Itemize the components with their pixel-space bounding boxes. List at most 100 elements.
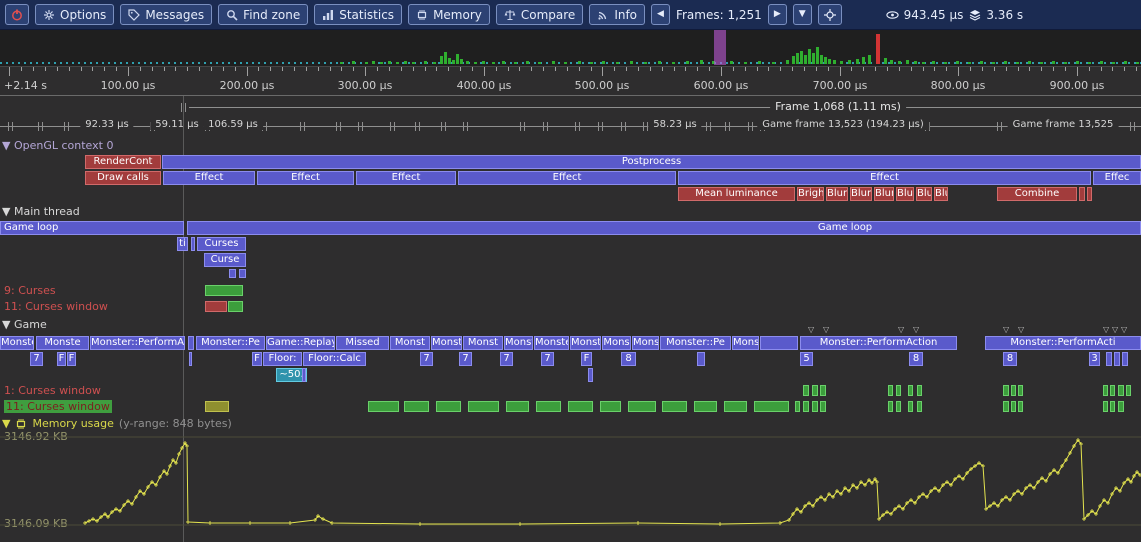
frame-time-bar[interactable] xyxy=(800,51,803,64)
frame-time-bar[interactable] xyxy=(1016,62,1019,64)
plot-bar[interactable] xyxy=(896,401,901,412)
memory-usage-chart[interactable] xyxy=(0,430,1141,542)
zone-bar[interactable] xyxy=(189,352,192,366)
zone-bar[interactable]: Curses xyxy=(197,237,246,251)
plot-bar[interactable] xyxy=(896,385,901,396)
plot-bar[interactable] xyxy=(205,285,243,296)
message-marker[interactable]: ▽ xyxy=(913,326,919,334)
frame-time-bar[interactable] xyxy=(1028,61,1031,64)
message-marker[interactable]: ▽ xyxy=(1121,326,1127,334)
plot-bar[interactable] xyxy=(694,401,717,412)
zone-bar[interactable]: Monster::PerformAction xyxy=(800,336,957,350)
frame-time-bar[interactable] xyxy=(862,57,865,64)
frame-time-bar[interactable] xyxy=(786,60,789,64)
zone-bar[interactable]: Blur xyxy=(916,187,932,201)
zone-bar[interactable] xyxy=(229,269,236,278)
frame-time-bar[interactable] xyxy=(700,60,703,64)
plot-bar[interactable] xyxy=(1118,385,1124,396)
frame-time-bar[interactable] xyxy=(1076,61,1079,64)
zone-bar[interactable] xyxy=(1114,352,1120,366)
subframe-band[interactable]: 92.33 μs59.11 μs106.59 μs58.23 μsGame fr… xyxy=(0,116,1141,136)
zone-bar[interactable] xyxy=(588,368,593,382)
frame-time-bar[interactable] xyxy=(932,61,935,64)
frame-time-bar[interactable] xyxy=(1052,61,1055,64)
frame-time-bar[interactable] xyxy=(372,61,375,64)
frame-time-bar[interactable] xyxy=(456,54,459,64)
zone-bar[interactable]: Mons xyxy=(632,336,659,350)
zone-bar[interactable]: Floor::Calc xyxy=(303,352,366,366)
plot-bar[interactable] xyxy=(795,401,800,412)
zone-bar[interactable]: Monster::PerformA xyxy=(90,336,185,350)
frame-time-bar[interactable] xyxy=(686,61,689,64)
plot-bar[interactable] xyxy=(205,401,229,412)
plot-bar[interactable] xyxy=(888,401,893,412)
subframe-label[interactable]: 58.23 μs xyxy=(648,119,701,130)
frame-time-bar[interactable] xyxy=(1088,62,1091,64)
prev-frame-button[interactable]: ◀ xyxy=(651,4,670,25)
frame-time-bar[interactable] xyxy=(914,61,917,64)
zone-bar[interactable]: Game loop xyxy=(0,221,184,235)
message-marker[interactable]: ▽ xyxy=(1112,326,1118,334)
frame-time-bar[interactable] xyxy=(630,61,633,64)
frame-time-bar[interactable] xyxy=(590,62,593,64)
zone-bar[interactable]: Combine xyxy=(997,187,1077,201)
frame-time-bar[interactable] xyxy=(602,61,605,64)
zone-bar[interactable]: Blur xyxy=(826,187,848,201)
frame-time-bar[interactable] xyxy=(552,61,555,64)
plot-bar[interactable] xyxy=(205,301,227,312)
frame-time-bar[interactable] xyxy=(474,62,477,64)
frame-time-bar[interactable] xyxy=(460,59,463,64)
zone-bar[interactable]: Floor: xyxy=(263,352,302,366)
zone-bar[interactable]: 7 xyxy=(30,352,43,366)
zone-bar[interactable]: Monster::Pe xyxy=(196,336,265,350)
frame-time-bar[interactable] xyxy=(796,53,799,64)
frame-time-bar[interactable] xyxy=(502,61,505,64)
frame-time-bar[interactable] xyxy=(890,60,893,64)
zone-bar[interactable] xyxy=(1079,187,1085,201)
subframe-label[interactable]: Game frame 13,525 xyxy=(1008,119,1119,130)
zone-bar[interactable]: Mean luminance xyxy=(678,187,795,201)
zone-bar[interactable]: Mons xyxy=(602,336,631,350)
frame-histogram[interactable] xyxy=(0,30,1141,67)
plot-bar[interactable] xyxy=(506,401,529,412)
frame-time-bar[interactable] xyxy=(538,62,541,64)
plot-bar[interactable] xyxy=(1126,385,1131,396)
plot-bar[interactable] xyxy=(468,401,499,412)
plot-bar[interactable] xyxy=(368,401,399,412)
frame-time-bar[interactable] xyxy=(833,60,836,64)
plot-label[interactable]: 9: Curses xyxy=(4,284,56,297)
zone-bar[interactable]: Monste xyxy=(0,336,34,350)
subframe-label[interactable]: 59.11 μs xyxy=(150,119,203,130)
plot-bar[interactable] xyxy=(917,385,922,396)
zone-bar[interactable]: RenderCont xyxy=(85,155,161,169)
zone-bar[interactable]: Mons xyxy=(732,336,759,350)
subframe-label[interactable]: Game frame 13,523 (194.23 μs) xyxy=(757,119,929,130)
zone-bar[interactable]: F xyxy=(67,352,76,366)
frame-time-bar[interactable] xyxy=(388,61,391,64)
memory-button[interactable]: Memory xyxy=(408,4,490,25)
zone-bar[interactable]: Curse xyxy=(204,253,246,267)
zone-bar[interactable]: Monster::PerformActi xyxy=(985,336,1141,350)
frame-time-bar[interactable] xyxy=(404,61,407,64)
plot-bar[interactable] xyxy=(1118,401,1124,412)
collapse-triangle-icon[interactable]: ▼ xyxy=(2,417,10,430)
zone-bar[interactable]: Effect xyxy=(678,171,1091,185)
frame-time-bar[interactable] xyxy=(1004,61,1007,64)
options-button[interactable]: Options xyxy=(35,4,114,25)
zone-bar[interactable]: Effect xyxy=(257,171,354,185)
zone-bar[interactable]: Monste xyxy=(570,336,601,350)
frame-time-bar[interactable] xyxy=(758,61,761,64)
frame-time-bar[interactable] xyxy=(816,47,819,64)
frame-time-bar[interactable] xyxy=(352,61,355,64)
collapse-all-button[interactable]: ▼ xyxy=(793,4,812,25)
plot-bar[interactable] xyxy=(600,401,621,412)
frame-time-bar[interactable] xyxy=(340,62,343,64)
frame-time-bar[interactable] xyxy=(433,62,436,64)
plot-bar[interactable] xyxy=(568,401,593,412)
frame-time-bar[interactable] xyxy=(380,62,383,64)
frame-time-bar[interactable] xyxy=(1064,62,1067,64)
frame-time-bar[interactable] xyxy=(824,57,827,64)
frame-time-bar[interactable] xyxy=(808,49,811,64)
frame-time-bar[interactable] xyxy=(412,62,415,64)
zone-bar[interactable]: 7 xyxy=(459,352,472,366)
